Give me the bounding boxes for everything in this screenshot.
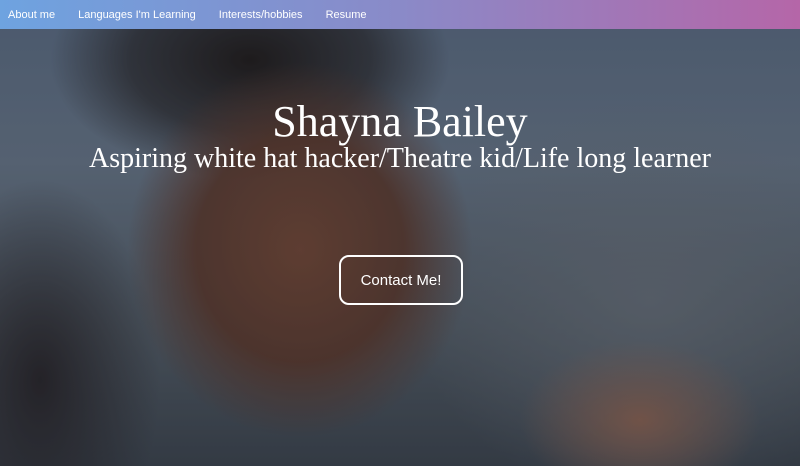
nav-link-languages[interactable]: Languages I'm Learning <box>78 9 196 21</box>
contact-me-button[interactable]: Contact Me! <box>339 255 463 305</box>
hero-name: Shayna Bailey <box>272 97 528 146</box>
top-navbar: About me Languages I'm Learning Interest… <box>0 0 800 29</box>
nav-link-resume[interactable]: Resume <box>326 9 367 21</box>
page: About me Languages I'm Learning Interest… <box>0 0 800 466</box>
nav-link-about-me[interactable]: About me <box>8 9 55 21</box>
nav-link-interests[interactable]: Interests/hobbies <box>219 9 303 21</box>
hero-tagline: Aspiring white hat hacker/Theatre kid/Li… <box>89 143 711 174</box>
hero-section: Shayna Bailey Aspiring white hat hacker/… <box>0 0 800 466</box>
